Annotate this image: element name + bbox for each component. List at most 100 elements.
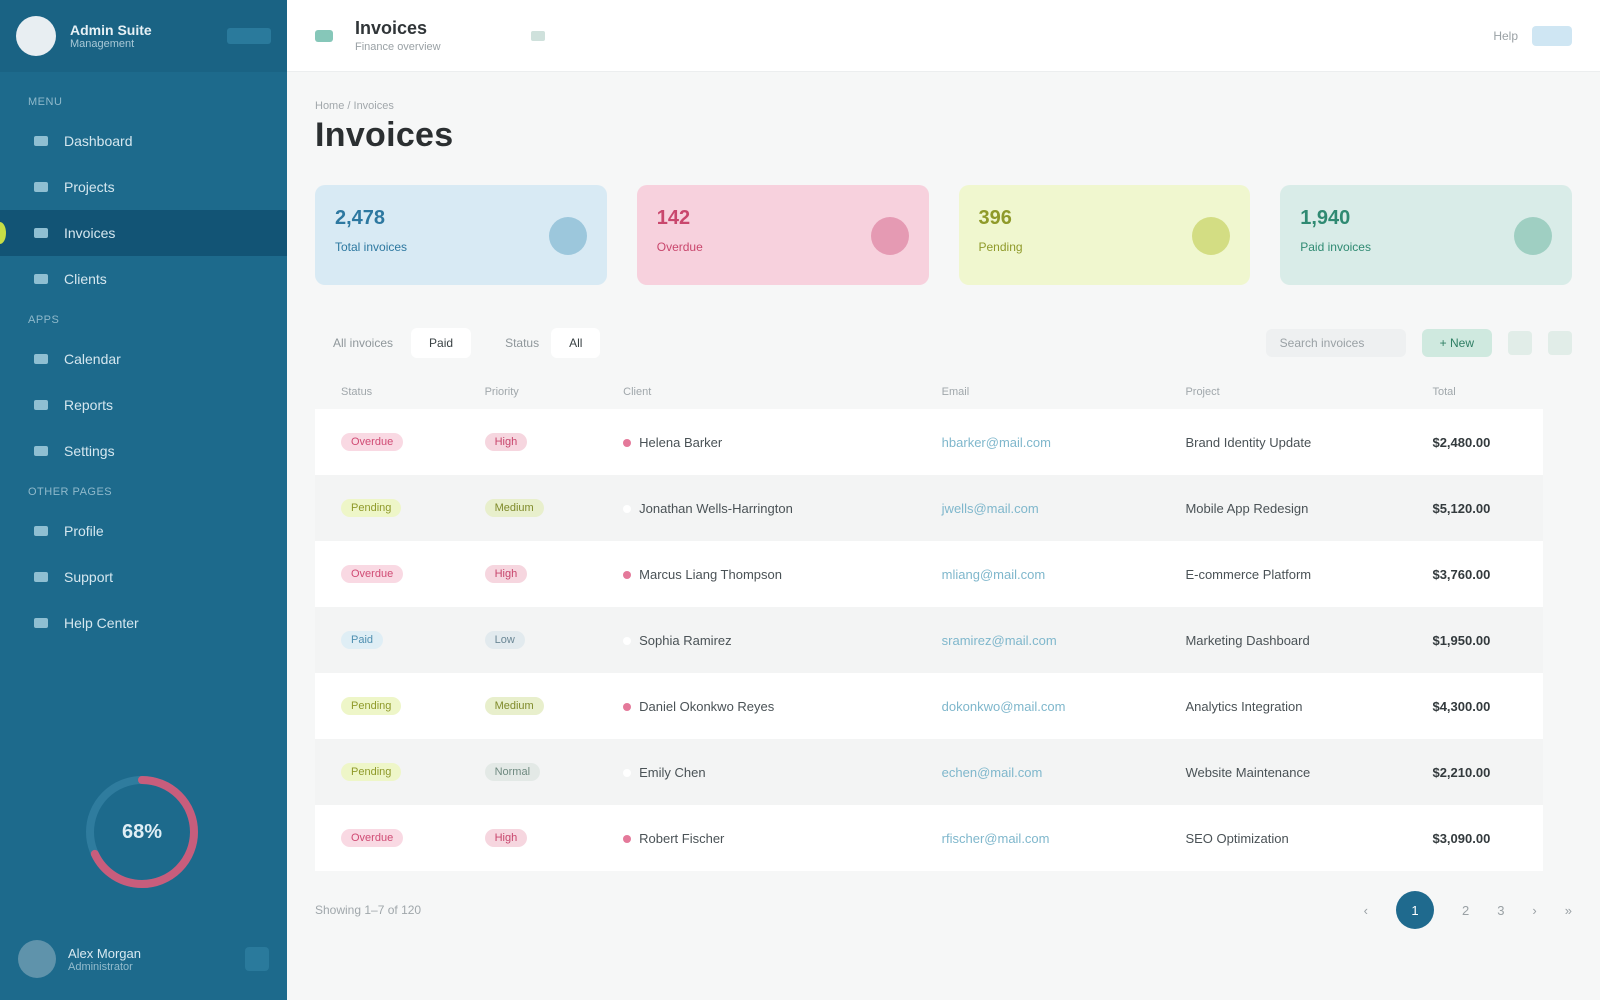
download-icon[interactable]	[1548, 331, 1572, 355]
sidebar-item-clients[interactable]: Clients	[0, 256, 287, 302]
cell-email: dokonkwo@mail.com	[915, 673, 1160, 739]
cell-client: Robert Fischer	[597, 805, 916, 871]
avatar	[18, 940, 56, 978]
sidebar-nav: Menu Dashboard Projects Invoices Clients…	[0, 72, 287, 646]
priority-badge: Normal	[484, 763, 541, 781]
invoice-total: $3,090.00	[1432, 830, 1491, 846]
page-1-button[interactable]: 1	[1395, 891, 1434, 929]
client-email[interactable]: echen@mail.com	[942, 765, 1043, 780]
page-2-button[interactable]: 2	[1462, 903, 1469, 918]
top-subtitle: Finance overview	[355, 41, 441, 53]
sidebar-item-invoices[interactable]: Invoices	[0, 210, 287, 256]
top-actions: Help	[1493, 25, 1572, 46]
sidebar-item-label: Help Center	[64, 615, 139, 631]
client-email[interactable]: dokonkwo@mail.com	[942, 699, 1066, 714]
cell-project: Analytics Integration	[1159, 673, 1407, 739]
col-email[interactable]: Email	[916, 375, 1160, 409]
stat-label: Overdue	[656, 240, 703, 254]
sidebar-item-support[interactable]: Support	[0, 554, 287, 600]
cell-project: E-commerce Platform	[1159, 541, 1407, 607]
client-email[interactable]: hbarker@mail.com	[942, 435, 1051, 450]
tab-paid[interactable]: Paid	[411, 328, 472, 358]
priority-badge: Medium	[484, 499, 544, 517]
cell-client: Sophia Ramirez	[597, 607, 916, 673]
cell-priority: Medium	[458, 475, 598, 541]
dashboard-icon	[34, 136, 48, 146]
sidebar-item-calendar[interactable]: Calendar	[0, 336, 287, 382]
invoice-total: $5,120.00	[1432, 500, 1491, 516]
cell-total: $2,210.00	[1406, 739, 1543, 805]
page-3-button[interactable]: 3	[1497, 903, 1504, 918]
client-name: Helena Barker	[639, 434, 723, 450]
stat-card[interactable]: 2,478 Total invoices	[315, 185, 607, 285]
invoice-total: $2,210.00	[1432, 764, 1491, 780]
table-row[interactable]: Pending Medium Jonathan Wells-Harrington jw…	[315, 475, 1543, 541]
table-row[interactable]: Pending Normal Emily Chen echen@mail.com Web…	[315, 739, 1543, 805]
stat-card[interactable]: 1,940 Paid invoices	[1280, 185, 1572, 285]
chart-icon	[34, 400, 48, 410]
project-name: SEO Optimization	[1185, 830, 1289, 846]
storage-gauge: 68%	[80, 770, 204, 894]
client-name: Robert Fischer	[639, 830, 725, 846]
sidebar-item-label: Calendar	[64, 351, 121, 367]
sidebar-item-reports[interactable]: Reports	[0, 382, 287, 428]
alert-icon	[870, 217, 909, 255]
cell-email: jwells@mail.com	[915, 475, 1160, 541]
cell-priority: High	[458, 409, 598, 475]
cell-email: sramirez@mail.com	[915, 607, 1160, 673]
invoice-total: $1,950.00	[1432, 632, 1491, 648]
stat-card[interactable]: 142 Overdue	[636, 185, 929, 285]
status-badge: Pending	[341, 697, 402, 715]
profile-button[interactable]	[1532, 25, 1572, 46]
table-header-row: Status Priority Client Email Project Tot…	[315, 375, 1543, 409]
status-filter-select[interactable]: All	[551, 328, 601, 358]
search-input[interactable]: Search invoices	[1265, 329, 1406, 357]
help-link[interactable]: Help	[1493, 29, 1518, 43]
table-row[interactable]: Overdue High Helena Barker hbarker@mail.com…	[315, 409, 1543, 475]
tab-all[interactable]: All invoices	[315, 328, 411, 358]
table-row[interactable]: Paid Low Sophia Ramirez sramirez@mail.com Ma…	[315, 607, 1543, 673]
cell-total: $1,950.00	[1406, 607, 1543, 673]
client-email[interactable]: jwells@mail.com	[942, 501, 1039, 516]
col-status[interactable]: Status	[315, 375, 459, 409]
breadcrumb: Home / Invoices	[315, 100, 394, 112]
col-priority[interactable]: Priority	[459, 375, 598, 409]
back-arrow-icon[interactable]	[315, 29, 333, 42]
invoice-total: $3,760.00	[1432, 566, 1491, 582]
client-dot	[623, 637, 632, 646]
collapse-sidebar-button[interactable]	[227, 28, 271, 44]
sidebar-item-projects[interactable]: Projects	[0, 164, 287, 210]
client-email[interactable]: sramirez@mail.com	[942, 633, 1057, 648]
table-row[interactable]: Pending Medium Daniel Okonkwo Reyes dokonkw…	[315, 673, 1543, 739]
cell-total: $4,300.00	[1406, 673, 1543, 739]
status-badge: Overdue	[341, 433, 404, 451]
stat-card[interactable]: 396 Pending	[958, 185, 1251, 285]
sidebar-item-dashboard[interactable]: Dashboard	[0, 118, 287, 164]
top-title: Invoices	[355, 18, 428, 38]
logo-icon	[16, 16, 56, 56]
last-page-button[interactable]: »	[1565, 903, 1572, 918]
table-row[interactable]: Overdue High Robert Fischer rfischer@mail.c…	[315, 805, 1543, 871]
user-card[interactable]: Alex Morgan Administrator	[18, 940, 269, 978]
prev-page-button[interactable]: ‹	[1364, 903, 1368, 918]
sidebar-item-label: Profile	[64, 523, 104, 539]
stat-value: 396	[978, 207, 1012, 229]
sidebar-item-help[interactable]: Help Center	[0, 600, 287, 646]
table-row[interactable]: Overdue High Marcus Liang Thompson mliang@m…	[315, 541, 1543, 607]
cell-project: Brand Identity Update	[1159, 409, 1407, 475]
priority-badge: Medium	[484, 697, 544, 715]
filter-icon[interactable]	[1508, 331, 1532, 355]
col-client[interactable]: Client	[597, 375, 916, 409]
sidebar-item-settings[interactable]: Settings	[0, 428, 287, 474]
client-email[interactable]: rfischer@mail.com	[942, 831, 1050, 846]
chevron-down-icon[interactable]	[530, 30, 545, 41]
client-email[interactable]: mliang@mail.com	[942, 567, 1046, 582]
new-invoice-button[interactable]: + New	[1421, 329, 1492, 357]
main-content: Home / Invoices Invoices 2,478 Total invo…	[287, 72, 1600, 1000]
user-menu-button[interactable]	[245, 947, 269, 971]
sidebar-item-profile[interactable]: Profile	[0, 508, 287, 554]
col-total[interactable]: Total	[1406, 375, 1543, 409]
col-project[interactable]: Project	[1159, 375, 1406, 409]
page-title: Invoices	[315, 116, 454, 154]
next-page-button[interactable]: ›	[1532, 903, 1536, 918]
